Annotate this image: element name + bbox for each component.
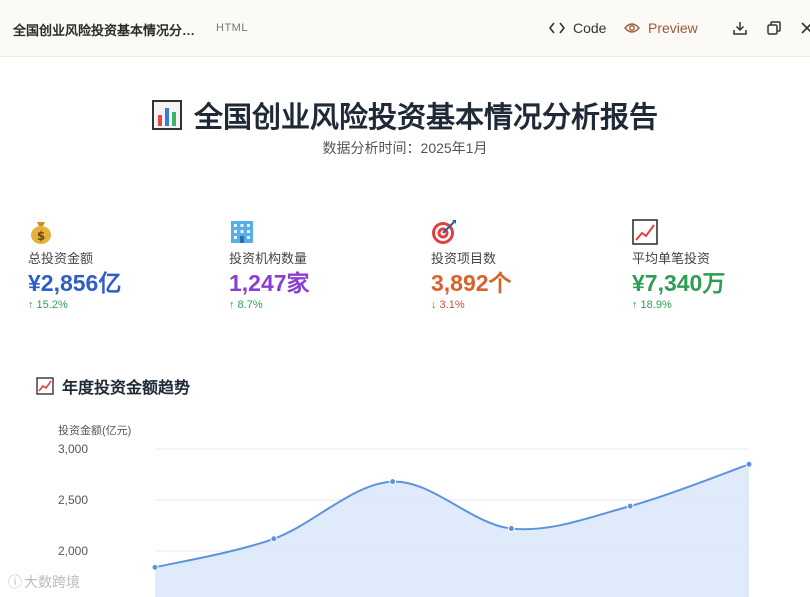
- stat-card-institution-count: 投资机构数量 1,247家 ↑ 8.7%: [229, 219, 409, 311]
- download-icon: [733, 22, 747, 35]
- stat-value: ¥7,340万: [632, 270, 726, 296]
- stat-label: 总投资金额: [28, 251, 94, 266]
- code-brackets-icon: [549, 22, 565, 34]
- stat-label: 平均单笔投资: [632, 251, 711, 266]
- stat-value: 1,247家: [229, 270, 310, 296]
- close-icon: [801, 22, 810, 34]
- target-icon: [432, 220, 456, 244]
- data-point[interactable]: [626, 502, 634, 510]
- data-point[interactable]: [745, 460, 753, 468]
- stat-change: ↑ 8.7%: [229, 299, 263, 311]
- chart-title-text: 年度投资金额趋势: [62, 380, 191, 397]
- office-building-icon: [231, 221, 253, 243]
- bar-chart-icon: [151, 100, 182, 130]
- preview-button[interactable]: Preview: [624, 18, 698, 38]
- page-title: 全国创业风险投资基本情况分析报告: [0, 94, 810, 136]
- stat-label: 投资项目数: [431, 251, 497, 266]
- chart-increasing-icon: [36, 377, 54, 395]
- stat-change: ↓ 3.1%: [431, 299, 465, 311]
- code-button-label: Code: [573, 20, 607, 36]
- y-tick-label: 3,000: [58, 442, 88, 456]
- y-tick-label: 2,000: [58, 544, 88, 558]
- eye-icon: [624, 23, 640, 33]
- y-axis-ticks: 3,000 2,500 2,000: [58, 442, 88, 558]
- page-title-text: 全国创业风险投资基本情况分析报告: [193, 102, 658, 134]
- svg-text:$: $: [37, 229, 45, 243]
- code-button[interactable]: Code: [549, 18, 606, 38]
- money-bag-icon: $: [31, 222, 51, 244]
- stat-change: ↑ 18.9%: [632, 299, 672, 311]
- document-type-label: HTML: [216, 22, 248, 34]
- document-title: 全国创业风险投资基本情况分…: [13, 23, 196, 38]
- close-button[interactable]: [798, 19, 810, 37]
- stat-card-total-investment: $ 总投资金额 ¥2,856亿 ↑ 15.2%: [28, 219, 208, 311]
- stat-label: 投资机构数量: [229, 251, 308, 266]
- copy-icon: [767, 21, 781, 35]
- stat-card-average-investment: 平均单笔投资 ¥7,340万 ↑ 18.9%: [632, 219, 810, 311]
- watermark: ⓘ 大数跨境: [8, 572, 80, 592]
- chart-title: 年度投资金额趋势: [36, 374, 190, 398]
- y-tick-label: 2,500: [58, 493, 88, 507]
- copy-button[interactable]: [765, 19, 783, 37]
- stat-change: ↑ 15.2%: [28, 299, 68, 311]
- download-button[interactable]: [731, 19, 749, 37]
- chart-increasing-icon: [632, 219, 658, 245]
- series-area: [155, 464, 749, 597]
- page-subtitle: 数据分析时间：2025年1月: [322, 140, 488, 156]
- stat-value: 3,892个: [431, 270, 512, 296]
- data-point[interactable]: [151, 563, 159, 571]
- stat-card-project-count: 投资项目数 3,892个 ↓ 3.1%: [431, 219, 611, 311]
- watermark-text: 大数跨境: [24, 574, 80, 590]
- preview-button-label: Preview: [648, 20, 698, 36]
- top-bar: 全国创业风险投资基本情况分… HTML Code Preview: [0, 0, 810, 57]
- data-point[interactable]: [270, 535, 278, 543]
- y-axis-label: 投资金额(亿元): [58, 423, 131, 437]
- data-point[interactable]: [389, 478, 397, 486]
- stat-value: ¥2,856亿: [28, 270, 122, 296]
- investment-trend-chart: 投资金额(亿元) 3,000 2,500 2,000: [58, 423, 753, 597]
- data-point[interactable]: [507, 525, 515, 533]
- watermark-logo-icon: ⓘ: [8, 574, 22, 590]
